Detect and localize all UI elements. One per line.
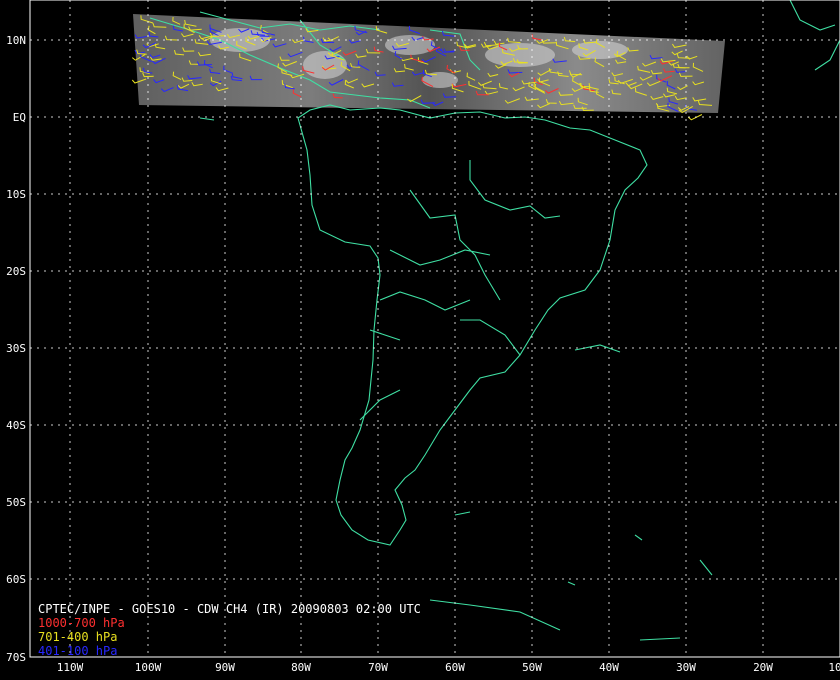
longitude-tick-label: 110W bbox=[57, 661, 84, 674]
longitude-tick-label: 10 bbox=[828, 661, 840, 674]
longitude-tick-label: 80W bbox=[291, 661, 311, 674]
latitude-tick-label: 20S bbox=[6, 265, 26, 278]
satellite-wind-map: 10N EQ 10S 20S 30S 40S 50S 60S 70S 110W 100W 90W 80… bbox=[0, 0, 840, 680]
longitude-labels: 110W 100W 90W 80W 70W 60W 50W 40W 30W 20W 10 bbox=[57, 661, 840, 674]
longitude-tick-label: 70W bbox=[368, 661, 388, 674]
map-canvas: 10N EQ 10S 20S 30S 40S 50S 60S 70S 110W 100W 90W 80… bbox=[6, 0, 840, 674]
latitude-labels: 10N EQ 10S 20S 30S 40S 50S 60S 70S bbox=[6, 34, 26, 664]
legend-entry-mid: 701-400 hPa bbox=[38, 630, 118, 644]
latitude-tick-label: 50S bbox=[6, 496, 26, 509]
longitude-tick-label: 20W bbox=[753, 661, 773, 674]
map-caption: CPTEC/INPE - GOES10 - CDW CH4 (IR) 20090… bbox=[38, 602, 421, 658]
ir-image-strip bbox=[133, 14, 725, 113]
latitude-tick-label: 30S bbox=[6, 342, 26, 355]
latitude-tick-label: EQ bbox=[13, 111, 26, 124]
latitude-tick-label: 60S bbox=[6, 573, 26, 586]
longitude-tick-label: 50W bbox=[522, 661, 542, 674]
longitude-tick-label: 90W bbox=[215, 661, 235, 674]
longitude-tick-label: 60W bbox=[445, 661, 465, 674]
legend-entry-high: 401-100 hPa bbox=[38, 644, 118, 658]
latitude-tick-label: 40S bbox=[6, 419, 26, 432]
latitude-tick-label: 10N bbox=[6, 34, 26, 47]
longitude-tick-label: 100W bbox=[135, 661, 162, 674]
legend-entry-low: 1000-700 hPa bbox=[38, 616, 125, 630]
caption-title: CPTEC/INPE - GOES10 - CDW CH4 (IR) 20090… bbox=[38, 602, 421, 616]
latitude-tick-label: 70S bbox=[6, 651, 26, 664]
longitude-tick-label: 40W bbox=[599, 661, 619, 674]
longitude-tick-label: 30W bbox=[676, 661, 696, 674]
latitude-tick-label: 10S bbox=[6, 188, 26, 201]
